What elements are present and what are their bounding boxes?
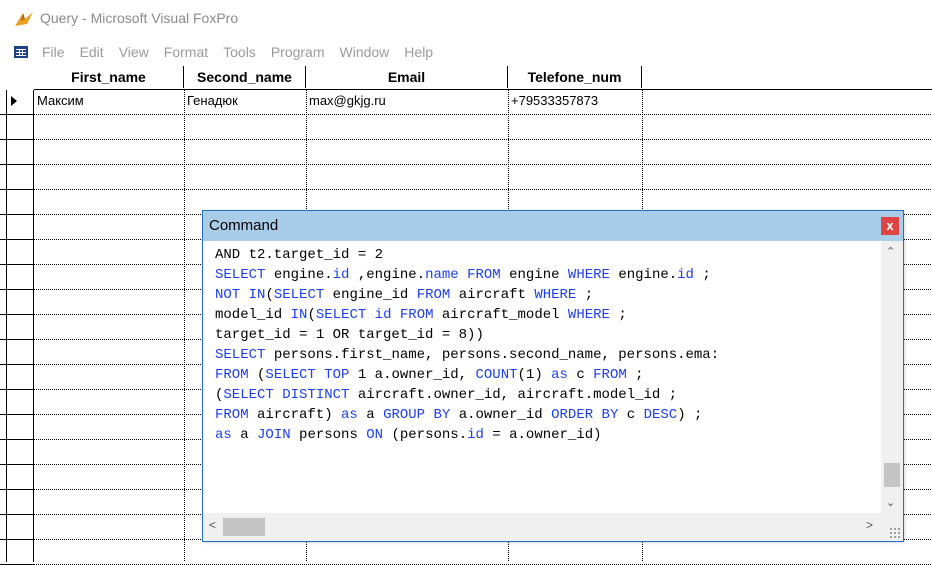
horizontal-scrollbar[interactable]: < > — [203, 513, 903, 541]
grid-header: First_name Second_name Email Telefone_nu… — [0, 66, 932, 90]
close-icon[interactable]: x — [881, 217, 899, 235]
table-row[interactable] — [0, 165, 932, 190]
vertical-scroll-thumb[interactable] — [884, 463, 900, 487]
command-editor[interactable]: AND t2.target_id = 2 SELECT engine.id ,en… — [203, 241, 879, 513]
command-title-bar[interactable]: Command x — [203, 211, 903, 241]
scroll-down-icon[interactable]: ⌄ — [886, 496, 895, 509]
menu-item-edit[interactable]: Edit — [80, 44, 104, 60]
code-line[interactable]: AND t2.target_id = 2 — [215, 245, 383, 265]
grid-menu-icon[interactable] — [14, 46, 28, 58]
code-line[interactable]: SELECT engine.id ,engine.name FROM engin… — [215, 265, 711, 285]
code-line[interactable]: as a JOIN persons ON (persons.id = a.own… — [215, 425, 602, 445]
title-bar: Query - Microsoft Visual FoxPro — [0, 0, 932, 36]
code-line[interactable]: NOT IN(SELECT engine_id FROM aircraft WH… — [215, 285, 593, 305]
column-header-telefone-num[interactable]: Telefone_num — [508, 66, 642, 88]
menu-item-file[interactable]: File — [42, 44, 65, 60]
scroll-left-icon[interactable]: < — [209, 518, 216, 532]
code-line[interactable]: FROM aircraft) as a GROUP BY a.owner_id … — [215, 405, 702, 425]
menu-item-program[interactable]: Program — [271, 44, 325, 60]
column-header-first-name[interactable]: First_name — [34, 66, 184, 88]
code-line[interactable]: SELECT persons.first_name, persons.secon… — [215, 345, 719, 365]
table-cell[interactable]: max@gkjg.ru — [306, 90, 508, 114]
table-row[interactable] — [0, 115, 932, 140]
command-window[interactable]: Command x AND t2.target_id = 2 SELECT eng… — [202, 210, 904, 542]
menu-item-view[interactable]: View — [119, 44, 149, 60]
table-cell[interactable]: Генадюк — [184, 90, 306, 114]
code-line[interactable]: FROM (SELECT TOP 1 a.owner_id, COUNT(1) … — [215, 365, 644, 385]
menu-item-tools[interactable]: Tools — [223, 44, 256, 60]
table-row[interactable] — [0, 540, 932, 565]
column-header-email[interactable]: Email — [306, 66, 508, 88]
code-line[interactable]: model_id IN(SELECT id FROM aircraft_mode… — [215, 305, 627, 325]
menu-item-help[interactable]: Help — [404, 44, 433, 60]
foxpro-app-icon — [15, 12, 33, 26]
horizontal-scroll-thumb[interactable] — [223, 518, 265, 536]
column-header-second-name[interactable]: Second_name — [184, 66, 306, 88]
scroll-up-icon[interactable]: ⌃ — [886, 245, 895, 258]
table-cell[interactable]: +79533357873 — [508, 90, 642, 114]
menu-item-window[interactable]: Window — [340, 44, 390, 60]
menu-item-format[interactable]: Format — [164, 44, 208, 60]
code-line[interactable]: (SELECT DISTINCT aircraft.owner_id, airc… — [215, 385, 677, 405]
table-row[interactable] — [0, 140, 932, 165]
table-row[interactable]: Максим Генадюк max@gkjg.ru +79533357873 — [0, 90, 932, 115]
menu-bar: File Edit View Format Tools Program Window Help — [0, 40, 932, 64]
vertical-scrollbar[interactable]: ⌃ ⌄ — [881, 241, 903, 513]
command-title: Command — [209, 217, 279, 234]
scroll-right-icon[interactable]: > — [866, 518, 873, 532]
resize-grip-icon[interactable] — [889, 527, 901, 539]
window-title: Query - Microsoft Visual FoxPro — [40, 10, 239, 26]
code-line[interactable]: target_id = 1 OR target_id = 8)) — [215, 325, 484, 345]
table-cell[interactable]: Максим — [34, 90, 184, 114]
